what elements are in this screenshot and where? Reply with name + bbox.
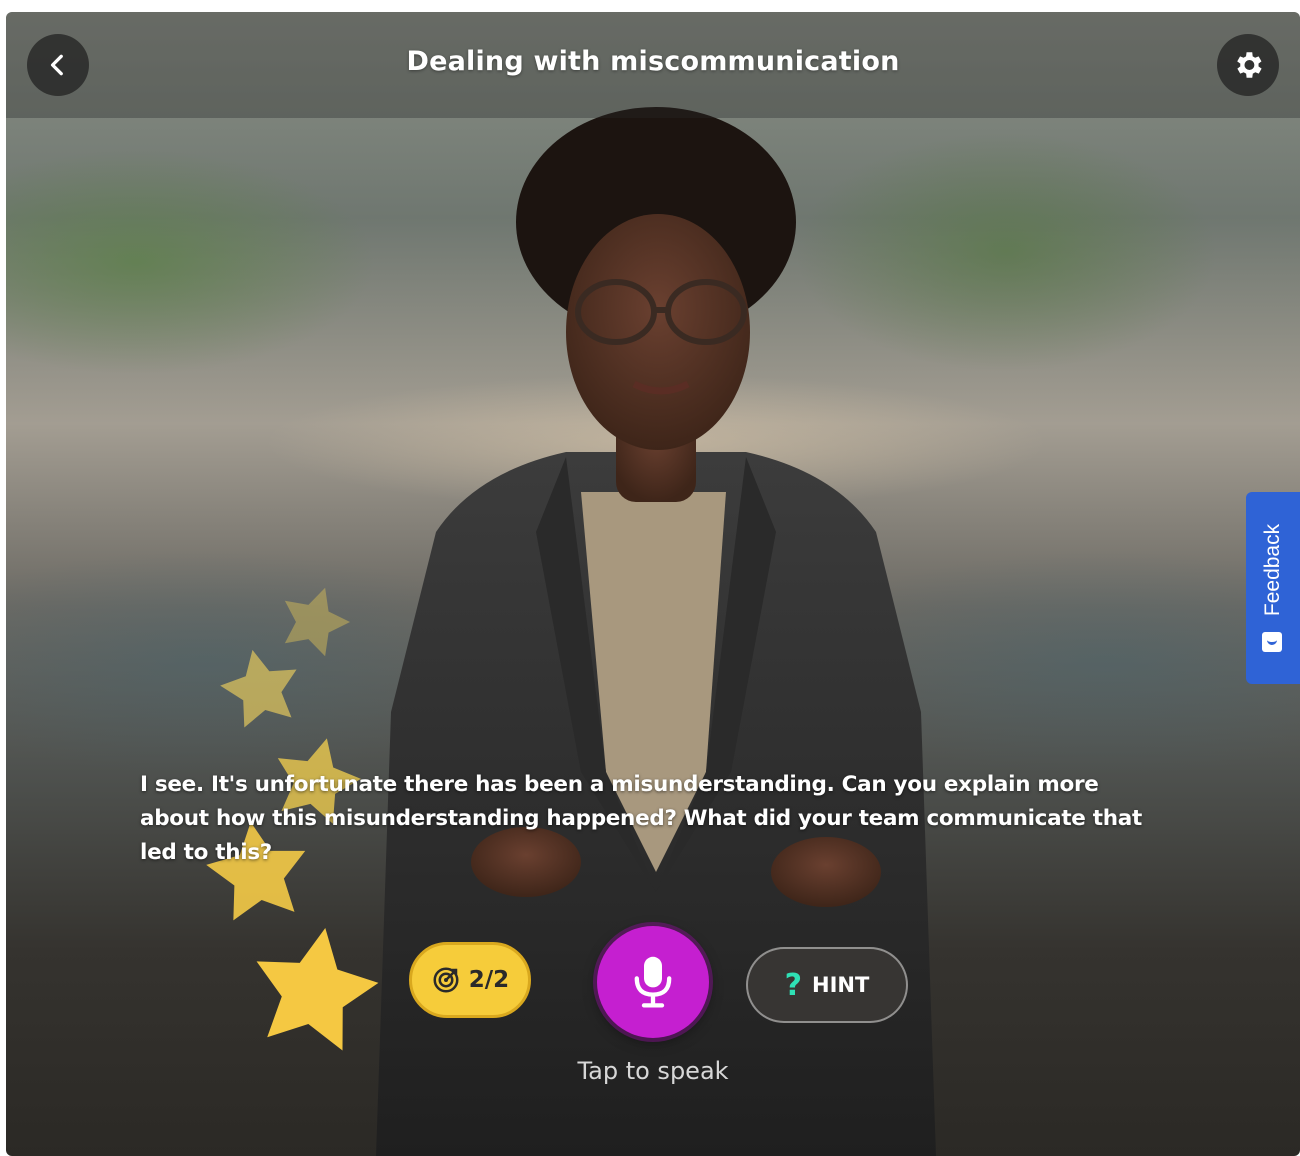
scene-background: Dealing with miscommunication I see. It'… — [6, 12, 1300, 1156]
goal-count: 2/2 — [468, 967, 510, 993]
gear-icon — [1237, 52, 1262, 78]
goal-progress-badge[interactable]: 2/2 — [409, 942, 531, 1018]
microphone-icon — [634, 956, 672, 1008]
microphone-button[interactable] — [597, 926, 709, 1038]
page-title: Dealing with miscommunication — [406, 46, 900, 77]
avatar-message: I see. It's unfortunate there has been a… — [140, 772, 1142, 865]
avatar-face — [566, 214, 750, 450]
question-icon: ? — [784, 967, 803, 1003]
hint-button[interactable]: ? HINT — [746, 947, 908, 1023]
settings-button[interactable] — [1217, 34, 1279, 96]
speak-prompt: Tap to speak — [577, 1057, 729, 1085]
feedback-smile-icon — [1262, 632, 1282, 652]
feedback-tab[interactable]: Feedback — [1246, 492, 1300, 684]
feedback-label: Feedback — [1261, 523, 1284, 617]
hint-label: HINT — [812, 973, 870, 997]
target-icon — [433, 967, 459, 993]
